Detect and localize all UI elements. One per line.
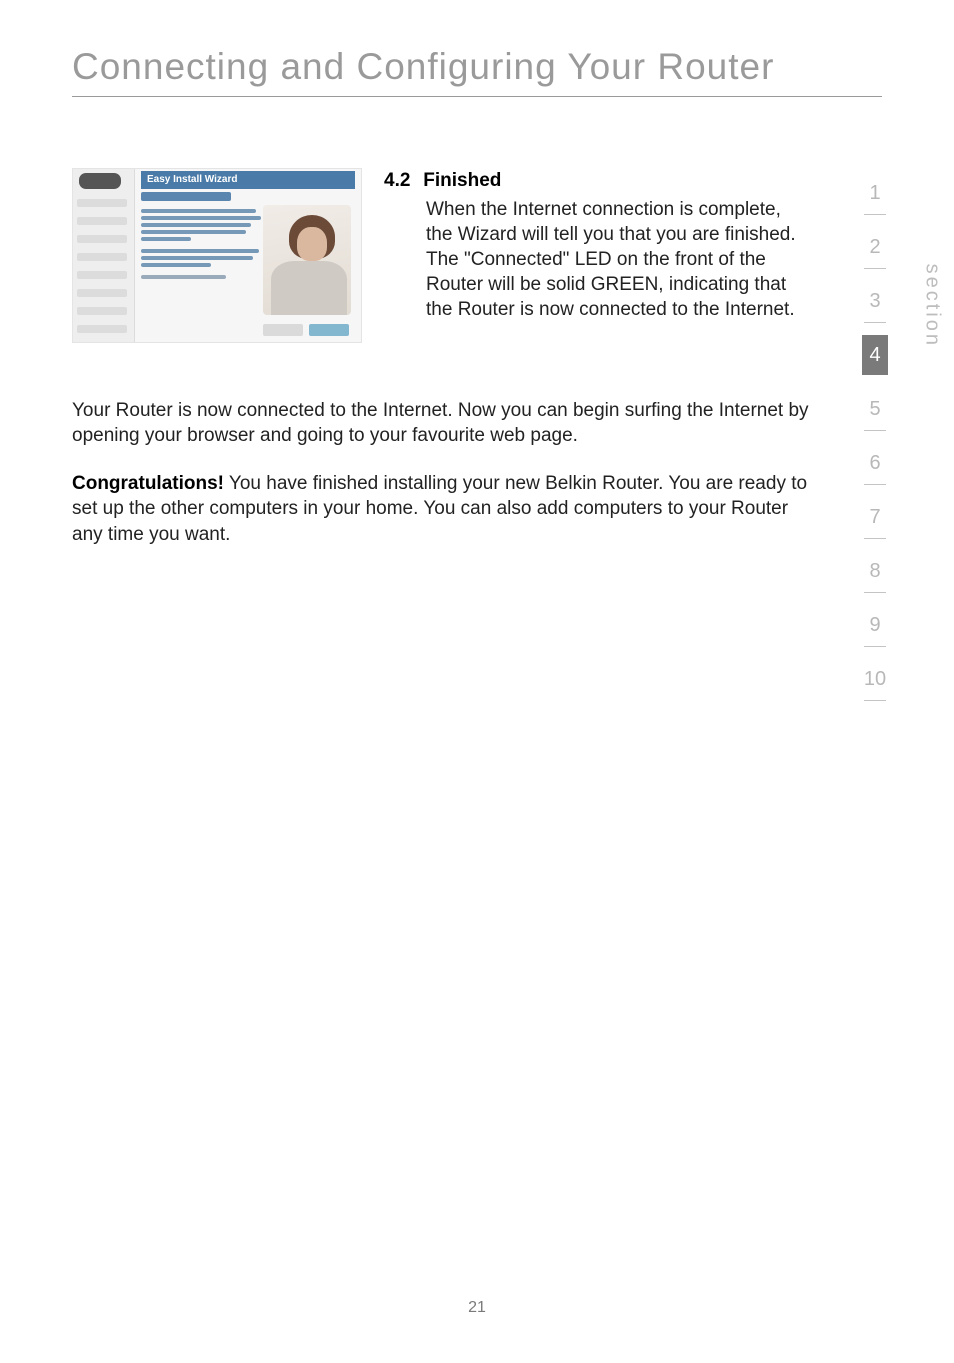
page-number: 21 (0, 1299, 954, 1317)
wizard-banner: Easy Install Wizard (141, 171, 355, 189)
wizard-sidebar-row (77, 235, 127, 243)
section-nav-item-2[interactable]: 2 (862, 227, 888, 267)
wizard-sidebar-row (77, 289, 127, 297)
wizard-text-line (141, 223, 251, 227)
section-nav-item-9[interactable]: 9 (862, 605, 888, 645)
wizard-next-button (309, 324, 349, 336)
wizard-back-button (263, 324, 303, 336)
wizard-text-line (141, 249, 259, 253)
section-nav-item-3[interactable]: 3 (862, 281, 888, 321)
paragraph-congrats: Congratulations! You have finished insta… (72, 471, 812, 547)
page-title: Connecting and Configuring Your Router (72, 46, 882, 97)
step-body: When the Internet connection is complete… (384, 197, 812, 322)
section-nav-num: 1 (869, 182, 880, 205)
wizard-sidebar-row (77, 271, 127, 279)
wizard-sidebar-row (77, 325, 127, 333)
section-nav-num: 8 (869, 560, 880, 583)
wizard-sidebar (73, 169, 135, 342)
wizard-text-line (141, 230, 246, 234)
step-number: 4.2 (384, 168, 418, 193)
wizard-text-line (141, 237, 191, 241)
section-nav-num: 10 (864, 668, 886, 691)
section-nav-num: 6 (869, 452, 880, 475)
section-nav-num: 5 (869, 398, 880, 421)
step-heading: 4.2 Finished (384, 168, 812, 193)
section-nav-num: 2 (869, 236, 880, 259)
section-nav-num: 3 (869, 290, 880, 313)
step-block: Easy Install Wizard 4.2 Finished (72, 168, 812, 343)
wizard-text-line (141, 263, 211, 267)
wizard-text-line (141, 216, 261, 220)
wizard-text-line (141, 256, 253, 260)
wizard-person-photo (263, 205, 351, 315)
main-content: Easy Install Wizard 4.2 Finished (72, 168, 812, 569)
section-nav-item-6[interactable]: 6 (862, 443, 888, 483)
section-nav-num: 9 (869, 614, 880, 637)
wizard-logo-icon (79, 173, 121, 189)
wizard-screenshot: Easy Install Wizard (72, 168, 362, 343)
section-label: section (920, 264, 943, 348)
step-text: 4.2 Finished When the Internet connectio… (384, 168, 812, 322)
section-nav-item-5[interactable]: 5 (862, 389, 888, 429)
section-nav-col: 1 2 3 4 5 6 7 8 9 10 (860, 173, 890, 713)
paragraph-connected: Your Router is now connected to the Inte… (72, 398, 812, 449)
wizard-sidebar-row (77, 199, 127, 207)
section-nav-item-4[interactable]: 4 (862, 335, 888, 375)
wizard-subtitle-bar (141, 192, 231, 201)
wizard-sidebar-row (77, 253, 127, 261)
section-nav: 1 2 3 4 5 6 7 8 9 10 section (860, 173, 916, 713)
wizard-text-line (141, 209, 256, 213)
wizard-sidebar-row (77, 217, 127, 225)
section-nav-item-7[interactable]: 7 (862, 497, 888, 537)
wizard-sidebar-row (77, 307, 127, 315)
section-nav-item-10[interactable]: 10 (862, 659, 888, 699)
section-nav-item-1[interactable]: 1 (862, 173, 888, 213)
congrats-label: Congratulations! (72, 473, 224, 494)
section-nav-item-8[interactable]: 8 (862, 551, 888, 591)
wizard-text-line (141, 275, 226, 279)
section-nav-num: 7 (869, 506, 880, 529)
step-title: Finished (423, 170, 501, 191)
section-nav-num: 4 (869, 344, 880, 367)
